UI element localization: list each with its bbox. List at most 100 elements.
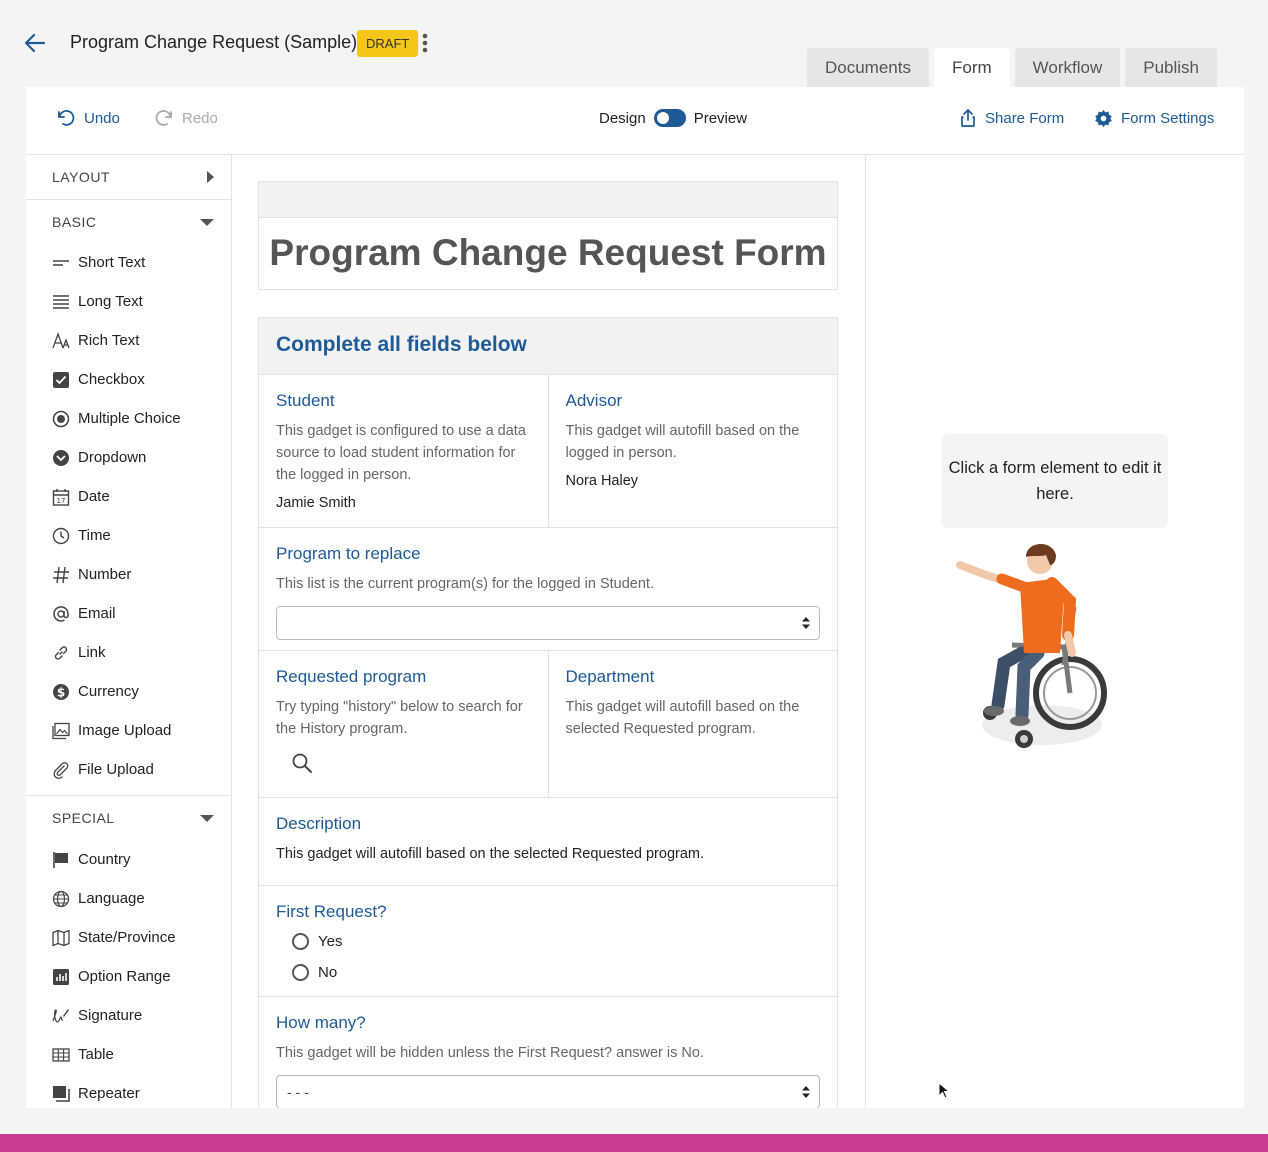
sidebar-item-rich-text[interactable]: Rich Text (26, 321, 231, 360)
sidebar-item-signature[interactable]: Signature (26, 996, 231, 1035)
share-form-button[interactable]: Share Form (959, 108, 1064, 128)
sidebar-item-label: State/Province (78, 929, 176, 946)
flag-icon (53, 851, 68, 868)
top-header: Program Change Request (Sample) DRAFT Do… (0, 0, 1268, 87)
undo-label: Undo (84, 109, 120, 127)
section-heading[interactable]: Complete all fields below (259, 318, 837, 375)
form-title-block[interactable]: Program Change Request Form (258, 181, 838, 290)
field-student[interactable]: Student This gadget is configured to use… (259, 375, 548, 527)
field-department[interactable]: Department This gadget will autofill bas… (547, 651, 838, 797)
preview-label: Preview (693, 109, 748, 127)
sidebar-item-currency[interactable]: $ Currency (26, 672, 231, 711)
tab-documents[interactable]: Documents (807, 48, 929, 87)
how-many-select[interactable]: - - - (276, 1075, 820, 1108)
paperclip-icon (53, 761, 69, 779)
field-advisor[interactable]: Advisor This gadget will autofill based … (547, 375, 838, 527)
field-how-many[interactable]: How many? This gadget will be hidden unl… (259, 997, 837, 1108)
sidebar-item-long-text[interactable]: Long Text (26, 282, 231, 321)
globe-icon (52, 890, 70, 907)
field-label: How many? (276, 1013, 366, 1032)
properties-panel: Click a form element to edit it here. (865, 155, 1244, 1108)
sidebar-item-date[interactable]: 17 Date (26, 477, 231, 516)
sidebar-item-state-province[interactable]: State/Province (26, 918, 231, 957)
hash-icon (53, 566, 69, 583)
section-layout-label: LAYOUT (52, 169, 110, 185)
radio-circle[interactable] (292, 963, 309, 981)
sidebar-item-dropdown[interactable]: Dropdown (26, 438, 231, 477)
section-basic-label: BASIC (52, 213, 97, 230)
field-requested-program[interactable]: Requested program Try typing "history" b… (259, 651, 548, 797)
form-settings-button[interactable]: Form Settings (1094, 109, 1214, 128)
radio-icon (52, 410, 70, 427)
select-arrows-icon (802, 617, 810, 629)
radio-option-no[interactable]: No (292, 960, 820, 984)
sidebar-item-label: Image Upload (78, 722, 172, 739)
short-text-icon (53, 259, 69, 266)
sidebar-item-repeater[interactable]: Repeater (26, 1074, 231, 1108)
svg-text:17: 17 (57, 497, 66, 505)
field-label: Student (276, 391, 335, 410)
field-label: Program to replace (276, 544, 421, 563)
field-label: Description (276, 814, 362, 833)
field-first-request[interactable]: First Request? Yes No (259, 886, 837, 996)
tab-workflow[interactable]: Workflow (1014, 48, 1121, 87)
at-icon (53, 605, 69, 622)
sidebar-item-number[interactable]: Number (26, 555, 231, 594)
empty-state-hint: Click a form element to edit it here. (942, 434, 1168, 528)
radio-option-yes[interactable]: Yes (292, 929, 820, 953)
form-title: Program Change Request Form (269, 232, 827, 273)
back-arrow-icon[interactable] (22, 30, 48, 56)
redo-button[interactable]: Redo (154, 109, 218, 127)
field-program-to-replace[interactable]: Program to replace This list is the curr… (259, 528, 837, 650)
sidebar-item-short-text[interactable]: Short Text (26, 243, 231, 282)
chevron-down-icon (200, 218, 214, 226)
toggle-switch[interactable] (653, 109, 686, 127)
sidebar-item-label: Checkbox (78, 371, 145, 388)
design-preview-toggle[interactable]: Design Preview (599, 109, 747, 127)
section-special[interactable]: SPECIAL (26, 796, 231, 840)
undo-button[interactable]: Undo (56, 109, 120, 127)
sidebar-item-label: Number (78, 566, 132, 583)
sidebar-item-table[interactable]: Table (26, 1035, 231, 1074)
calendar-icon: 17 (52, 488, 70, 506)
sidebar-item-link[interactable]: Link (26, 633, 231, 672)
sidebar-item-time[interactable]: Time (26, 516, 231, 555)
sidebar-item-checkbox[interactable]: Checkbox (26, 360, 231, 399)
section-basic[interactable]: BASIC (26, 199, 231, 243)
sidebar-item-multiple-choice[interactable]: Multiple Choice (26, 399, 231, 438)
form-row: Description This gadget will autofill ba… (259, 798, 837, 886)
section-layout[interactable]: LAYOUT (26, 155, 231, 199)
form-row: Requested program Try typing "history" b… (259, 651, 837, 798)
more-options-icon[interactable] (419, 32, 431, 54)
sidebar-item-email[interactable]: Email (26, 594, 231, 633)
sidebar-item-image-upload[interactable]: Image Upload (26, 711, 231, 750)
search-icon[interactable] (291, 752, 313, 774)
sidebar-item-option-range[interactable]: Option Range (26, 957, 231, 996)
sidebar-item-file-upload[interactable]: File Upload (26, 750, 231, 789)
mouse-cursor-icon (938, 1082, 950, 1099)
field-value: Nora Haley (565, 473, 639, 489)
sidebar-item-country[interactable]: Country (26, 840, 231, 879)
svg-text:$: $ (57, 685, 65, 699)
sidebar-item-label: Rich Text (78, 332, 140, 349)
field-description: This gadget will autofill based on the l… (565, 423, 800, 461)
field-label: Department (565, 667, 655, 686)
special-items: Country Language State/Province Option R… (26, 840, 231, 1108)
share-icon (961, 109, 975, 127)
tab-publish[interactable]: Publish (1125, 48, 1218, 87)
dollar-icon: $ (53, 683, 69, 700)
chevron-down-icon (200, 815, 214, 822)
tab-form[interactable]: Form (933, 48, 1010, 87)
sidebar-item-label: Time (78, 527, 111, 544)
field-label: First Request? (276, 902, 387, 921)
basic-items: Short Text Long Text Rich Text Checkbox … (26, 243, 231, 795)
redo-icon (155, 110, 172, 126)
program-select[interactable] (276, 606, 820, 640)
editor-card: Undo Redo Design Preview Share Form Form… (26, 87, 1244, 1108)
sidebar-item-language[interactable]: Language (26, 879, 231, 918)
editor-toolbar: Undo Redo Design Preview Share Form Form… (26, 87, 1244, 155)
element-sidebar: LAYOUT BASIC Short Text Long Text Rich T… (26, 155, 232, 1108)
document-title: Program Change Request (Sample) (70, 32, 358, 52)
radio-circle[interactable] (292, 932, 309, 950)
field-description-block[interactable]: Description This gadget will autofill ba… (259, 798, 837, 885)
